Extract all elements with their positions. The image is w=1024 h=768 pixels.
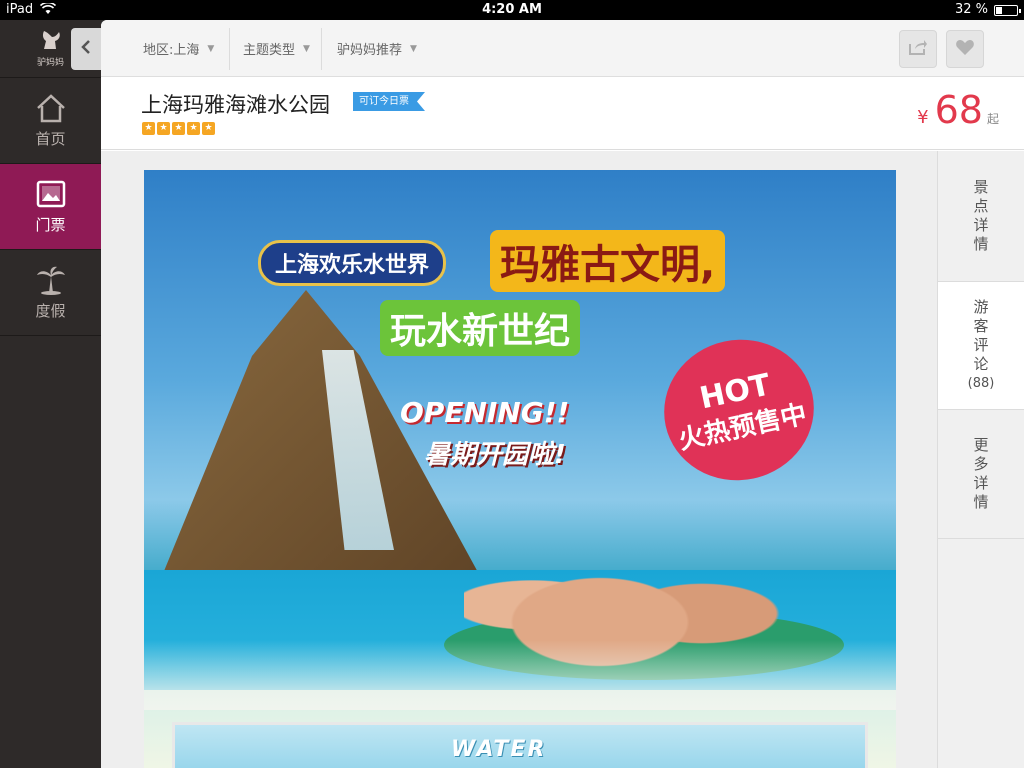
chevron-left-icon [80, 39, 92, 59]
tab-visitor-reviews[interactable]: 游客评论 (88) [938, 282, 1024, 410]
hot-presale-sticker: HOT 火热预售中 [651, 325, 827, 495]
battery-level [996, 7, 1002, 14]
share-icon [908, 38, 928, 60]
collapse-sidebar-button[interactable] [71, 28, 101, 70]
book-today-badge: 可订今日票 [353, 92, 425, 111]
sidebar-item-tickets[interactable]: 门票 [0, 164, 101, 250]
status-bar: iPad 4:20 AM 32 % [0, 0, 1024, 20]
caret-down-icon: ▼ [207, 43, 215, 54]
share-button[interactable] [899, 30, 937, 68]
poster-sub-banner: WATER [172, 722, 868, 768]
filter-label: 地区:上海 [143, 43, 200, 58]
star-icon: ★ [202, 122, 215, 135]
tab-label-char: 情 [973, 235, 989, 253]
content-area[interactable]: 上海欢乐水世界 玛雅古文明, 玩水新世纪 OPENING!! 暑期开园啦! HO… [101, 151, 937, 768]
star-icon: ★ [142, 122, 155, 135]
sidebar-item-home[interactable]: 首页 [0, 78, 101, 164]
filter-label: 驴妈妈推荐 [337, 43, 403, 58]
favorite-button[interactable] [946, 30, 984, 68]
splash-graphic [144, 640, 896, 710]
tab-label-char: 多 [973, 455, 989, 473]
tab-label-char: 更 [973, 436, 989, 454]
sidebar-item-label: 度假 [35, 302, 66, 320]
tab-more-details[interactable]: 更多详情 [938, 410, 1024, 539]
poster-opening: OPENING!! [400, 396, 570, 429]
tab-label-char: 游 [973, 298, 989, 316]
tab-label-char: 论 [973, 355, 989, 373]
poster-subline: 玩水新世纪 [380, 300, 581, 356]
rabbit-logo-icon [38, 29, 64, 55]
tab-label-char: 客 [973, 317, 989, 335]
tab-label: 景点详情 [973, 178, 988, 254]
clock: 4:20 AM [482, 2, 542, 17]
heart-icon [955, 38, 975, 60]
battery-icon [994, 5, 1021, 16]
main-panel: 地区:上海 ▼ 主题类型 ▼ 驴妈妈推荐 ▼ 上海玛雅海滩水公园 可订今日票 ★ [101, 20, 1024, 768]
filter-label: 主题类型 [243, 43, 296, 58]
caret-down-icon: ▼ [410, 43, 417, 54]
star-icon: ★ [157, 122, 170, 135]
tab-attraction-details[interactable]: 景点详情 [938, 151, 1024, 282]
sidebar: 驴妈妈 首页 门票 度假 [0, 20, 101, 768]
poster-opening-cn: 暑期开园啦! [424, 440, 566, 470]
sub-banner-title: WATER [451, 737, 547, 762]
filter-region[interactable]: 地区:上海 ▼ [143, 39, 214, 58]
star-icon: ★ [187, 122, 200, 135]
star-icon: ★ [172, 122, 185, 135]
home-icon [34, 92, 68, 124]
attraction-header: 上海玛雅海滩水公园 可订今日票 ★ ★ ★ ★ ★ ¥ 68 起 [101, 77, 1024, 150]
poster-headline: 玛雅古文明, [490, 230, 726, 292]
promo-poster[interactable]: 上海欢乐水世界 玛雅古文明, 玩水新世纪 OPENING!! 暑期开园啦! HO… [144, 170, 896, 768]
filter-recommended[interactable]: 驴妈妈推荐 ▼ [337, 39, 417, 58]
divider [321, 28, 322, 70]
price-currency: ¥ [917, 107, 929, 128]
tab-label-char: 详 [973, 474, 989, 492]
sidebar-item-vacation[interactable]: 度假 [0, 250, 101, 336]
star-rating: ★ ★ ★ ★ ★ [142, 122, 215, 135]
filter-bar: 地区:上海 ▼ 主题类型 ▼ 驴妈妈推荐 ▼ [101, 20, 1024, 77]
sidebar-item-label: 首页 [35, 130, 66, 148]
price-suffix: 起 [986, 112, 999, 126]
tab-label: 游客评论 [973, 298, 988, 374]
tab-label-char: 评 [973, 336, 989, 354]
page-title: 上海玛雅海滩水公园 [141, 93, 330, 117]
tab-label-char: 点 [973, 197, 989, 215]
tab-label-char: 详 [973, 216, 989, 234]
tab-label-char: 景 [973, 178, 989, 196]
divider [229, 28, 230, 70]
battery-percentage: 32 % [954, 2, 988, 17]
tab-label-char: 情 [973, 493, 989, 511]
poster-banner-title: 上海欢乐水世界 [258, 240, 447, 286]
price: ¥ 68 起 [917, 89, 999, 131]
filter-theme-type[interactable]: 主题类型 ▼ [243, 39, 310, 58]
caret-down-icon: ▼ [303, 43, 310, 54]
sidebar-item-label: 门票 [35, 216, 66, 234]
picture-icon [34, 178, 68, 210]
logo-text: 驴妈妈 [36, 58, 64, 68]
detail-tabs: 景点详情 游客评论 (88) 更多详情 [937, 151, 1024, 768]
review-count: (88) [967, 376, 995, 391]
palm-tree-icon [34, 264, 68, 296]
tab-label: 更多详情 [973, 436, 988, 512]
price-amount: 68 [934, 88, 983, 132]
